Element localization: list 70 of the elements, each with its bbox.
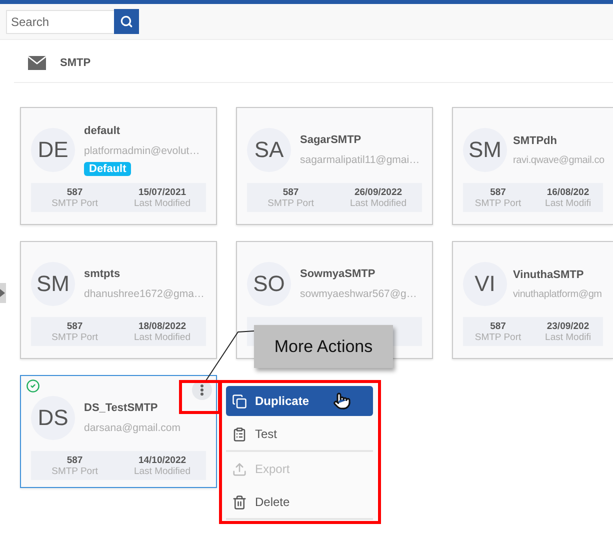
smtp-card[interactable]: DE default platformadmin@evolut… Default 587 SMTP Port 15/07/2021 Last Modified <box>20 107 217 225</box>
port-label: SMTP Port <box>474 332 522 342</box>
date-value: 18/08/2022 <box>138 320 186 332</box>
section-title: SMTP <box>60 57 91 69</box>
smtp-card[interactable]: VI VinuthaSMTP vinuthaplatform@gm 587 SMTP Port 23/09/202 Last Modifi <box>452 241 613 359</box>
card-name: DS_TestSMTP <box>84 402 159 414</box>
card-email: ravi.qwave@gmail.co <box>513 154 604 166</box>
avatar: SA <box>247 128 291 172</box>
avatar: DE <box>31 128 75 172</box>
avatar: SO <box>247 262 291 306</box>
smtp-card[interactable]: DS DS_TestSMTP darsana@gmail.com 587 SMTP Port 14/10/2022 Last Modified <box>20 375 217 488</box>
smtp-card[interactable]: SM smtpts dhanushree1672@gma… 587 SMTP Port 18/08/2022 Last Modified <box>20 241 217 359</box>
port-label: SMTP Port <box>52 198 98 208</box>
default-badge: Default <box>84 162 132 176</box>
side-handle[interactable] <box>0 283 6 303</box>
card-email: sagarmalipatil11@gmai… <box>300 154 420 166</box>
card-name: smtpts <box>84 268 122 280</box>
leader-line <box>204 330 254 382</box>
card-email: vinuthaplatform@gm <box>513 288 602 300</box>
port-value: 587 <box>282 186 299 198</box>
date-value: 14/10/2022 <box>138 454 186 466</box>
date-label: Last Modified <box>134 332 190 342</box>
port-label: SMTP Port <box>52 332 98 342</box>
check-icon <box>26 379 40 393</box>
card-name: default <box>84 124 122 136</box>
date-label: Last Modified <box>350 198 406 208</box>
card-email: platformadmin@evolut… <box>84 144 200 156</box>
card-email: sowmyaeshwar567@g… <box>300 288 417 300</box>
trash-icon <box>232 494 247 510</box>
card-name: VinuthaSMTP <box>513 268 585 280</box>
date-label: Last Modifi <box>545 332 591 342</box>
date-label: Last Modified <box>134 466 190 476</box>
envelope-icon <box>28 56 46 70</box>
port-value: 587 <box>490 186 506 198</box>
card-name: SagarSMTP <box>300 134 362 146</box>
card-email: darsana@gmail.com <box>84 422 180 434</box>
date-value: 15/07/2021 <box>138 186 186 198</box>
card-name: SowmyaSMTP <box>300 268 376 280</box>
date-label: Last Modified <box>134 198 190 208</box>
smtp-card[interactable]: SA SagarSMTP sagarmalipatil11@gmai… 587 SMTP Port 26/09/2022 Last Modified <box>236 107 433 225</box>
date-label: Last Modifi <box>545 198 591 208</box>
date-value: 26/09/2022 <box>354 186 402 198</box>
date-value: 23/09/202 <box>546 320 590 332</box>
port-value: 587 <box>66 454 83 466</box>
card-email: dhanushree1672@gma… <box>84 288 204 300</box>
date-value: 16/08/202 <box>546 186 590 198</box>
card-name: SMTPdh <box>513 134 558 146</box>
tooltip: More Actions <box>254 325 393 368</box>
port-value: 587 <box>66 320 83 332</box>
port-value: 587 <box>490 320 506 332</box>
avatar: SM <box>463 128 507 172</box>
port-label: SMTP Port <box>52 466 98 476</box>
menu-item[interactable]: Duplicate <box>226 386 373 416</box>
menu-item[interactable]: Test <box>226 418 373 452</box>
avatar: VI <box>463 262 507 306</box>
upload-icon <box>232 462 247 476</box>
copy-icon <box>232 394 247 408</box>
hand-cursor-icon <box>333 392 351 410</box>
port-value: 587 <box>66 186 83 198</box>
menu-item[interactable]: Delete <box>226 486 373 520</box>
port-label: SMTP Port <box>474 198 522 208</box>
search-field[interactable]: Search <box>6 10 114 34</box>
search-icon <box>120 15 133 28</box>
avatar: DS <box>31 396 75 440</box>
smtp-card[interactable]: SM SMTPdh ravi.qwave@gmail.co 587 SMTP Port 16/08/202 Last Modifi <box>452 107 613 225</box>
triangle-icon <box>0 289 5 297</box>
search-button[interactable] <box>114 9 139 34</box>
port-label: SMTP Port <box>268 198 314 208</box>
avatar: SM <box>31 262 75 306</box>
clipboard-icon <box>232 426 247 442</box>
